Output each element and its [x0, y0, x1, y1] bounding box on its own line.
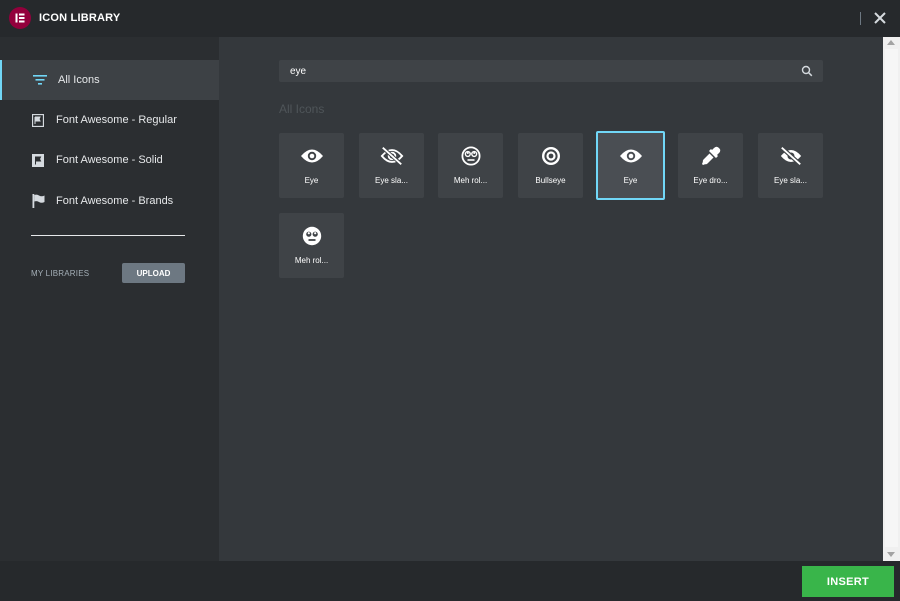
icon-tile-label: Bullseye: [535, 176, 566, 185]
icon-tile-label: Eye: [304, 176, 319, 185]
flag-solid-icon: [31, 153, 45, 167]
icon-tile-label: Eye dro...: [693, 176, 728, 185]
sidebar-item-fa-regular[interactable]: Font Awesome - Regular: [0, 100, 219, 140]
eye-icon: [619, 144, 643, 168]
meh-rolling-eyes-icon: [459, 144, 483, 168]
sidebar-item-label: Font Awesome - Solid: [56, 154, 163, 166]
sidebar-item-label: All Icons: [58, 74, 100, 86]
icon-tile-eye-selected[interactable]: Eye: [596, 131, 665, 200]
eye-dropper-icon: [699, 144, 723, 168]
modal-header: ICON LIBRARY: [0, 0, 900, 37]
sidebar-item-label: Font Awesome - Brands: [56, 195, 174, 207]
sidebar-divider: [31, 235, 185, 236]
search-input[interactable]: [279, 60, 799, 82]
sidebar-item-label: Font Awesome - Regular: [56, 114, 177, 126]
icon-tile-label: Eye: [623, 176, 638, 185]
icon-tile-meh-rolling-eyes[interactable]: Meh rol...: [438, 133, 503, 198]
modal-title: ICON LIBRARY: [39, 12, 121, 24]
scroll-down-arrow-icon[interactable]: [887, 552, 895, 557]
icon-tile-label: Eye sla...: [375, 176, 408, 185]
icon-tile-label: Meh rol...: [294, 256, 329, 265]
icon-tile-label: Eye sla...: [774, 176, 807, 185]
sidebar: All Icons Font Awesome - Regular Font Aw…: [0, 37, 219, 561]
sidebar-item-fa-brands[interactable]: Font Awesome - Brands: [0, 181, 219, 221]
icon-tile-eye[interactable]: Eye: [279, 133, 344, 198]
icon-browser: All Icons Eye Eye sla... Meh rol... Bull…: [219, 37, 883, 561]
close-icon[interactable]: [870, 8, 890, 28]
vertical-scrollbar[interactable]: [883, 37, 900, 561]
sidebar-item-all-icons[interactable]: All Icons: [0, 60, 219, 100]
sidebar-item-fa-solid[interactable]: Font Awesome - Solid: [0, 140, 219, 180]
section-title: All Icons: [279, 102, 325, 116]
eye-icon: [300, 144, 324, 168]
flag-outline-icon: [31, 113, 45, 127]
bullseye-icon: [539, 144, 563, 168]
my-libraries-label: MY LIBRARIES: [31, 269, 90, 278]
icon-tile-bullseye[interactable]: Bullseye: [518, 133, 583, 198]
search-box: [279, 60, 823, 82]
eye-slash-icon: [779, 144, 803, 168]
flag-brands-icon: [31, 194, 45, 208]
search-icon[interactable]: [801, 65, 813, 77]
icon-tile-eye-slash[interactable]: Eye sla...: [359, 133, 424, 198]
scroll-up-arrow-icon[interactable]: [887, 40, 895, 45]
filter-lines-icon: [33, 73, 47, 87]
insert-button[interactable]: INSERT: [802, 566, 894, 597]
elementor-logo-icon: [9, 7, 31, 29]
meh-rolling-eyes-icon: [300, 224, 324, 248]
eye-slash-icon: [380, 144, 404, 168]
icon-tile-eye-slash-solid[interactable]: Eye sla...: [758, 133, 823, 198]
upload-button[interactable]: UPLOAD: [122, 263, 185, 283]
icon-tile-meh-rolling-eyes-solid[interactable]: Meh rol...: [279, 213, 344, 278]
icon-tile-eye-dropper[interactable]: Eye dro...: [678, 133, 743, 198]
modal-footer: INSERT: [0, 561, 900, 601]
scroll-thumb[interactable]: [885, 49, 898, 547]
header-separator: [860, 12, 861, 25]
icon-tile-label: Meh rol...: [453, 176, 488, 185]
